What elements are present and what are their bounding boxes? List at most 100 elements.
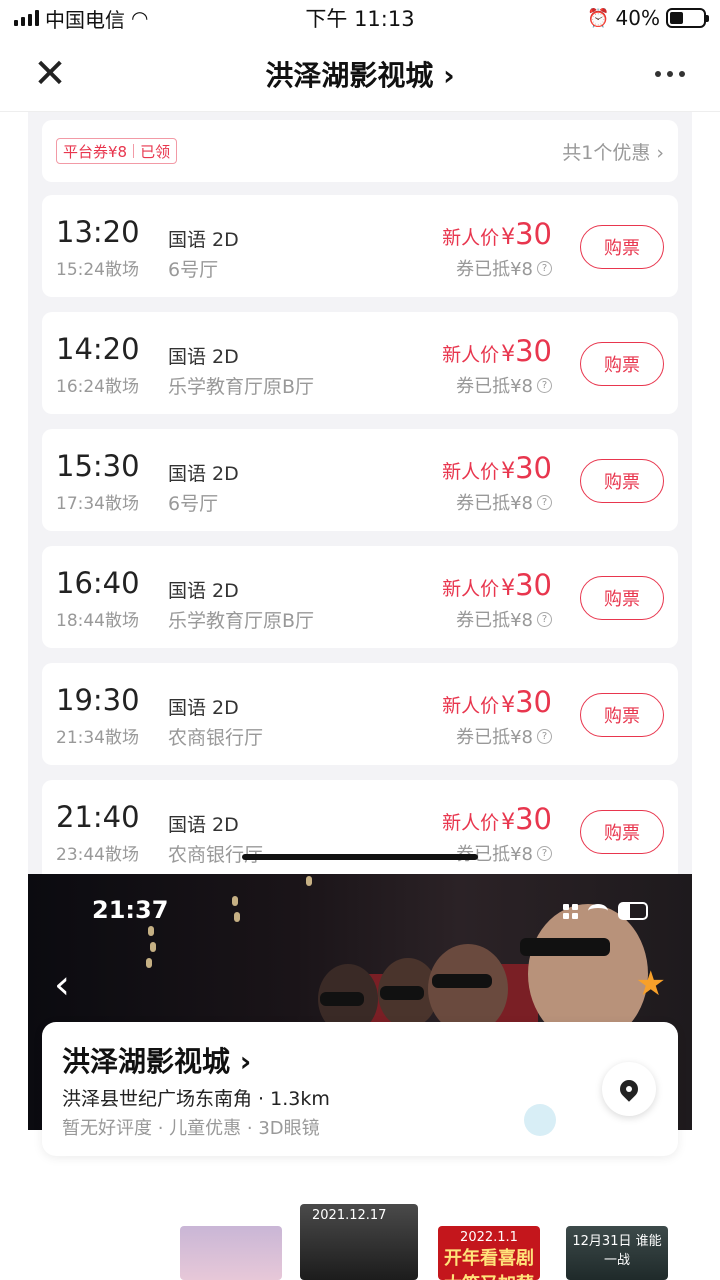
- session-price: 新人价 ¥30: [442, 217, 552, 251]
- discount-label: 券已抵¥8: [456, 259, 533, 280]
- alarm-icon: ⏰: [587, 7, 610, 29]
- help-icon[interactable]: ?: [537, 377, 552, 393]
- session-language: 国语 2D: [168, 346, 239, 368]
- buy-ticket-button[interactable]: 购票: [580, 225, 664, 269]
- help-icon[interactable]: ?: [537, 611, 552, 627]
- session-hall: 农商银行厅: [168, 727, 264, 749]
- price-label: 新人价: [442, 227, 500, 249]
- help-icon[interactable]: ?: [537, 845, 552, 861]
- signal-icon: [563, 903, 578, 919]
- session-price: 新人价 ¥30: [442, 451, 552, 485]
- movie-poster[interactable]: [180, 1226, 282, 1280]
- wifi-icon: [588, 904, 608, 918]
- status-bar: 中国电信 ◠ 下午 11:13 ⏰ 40%: [0, 0, 720, 36]
- movie-poster-strip: 2021.12.17 2022.1.1 开年看喜剧 大笑又加薪 12月31日 谁…: [0, 1180, 720, 1280]
- map-bubble: [524, 1104, 556, 1136]
- session-price: 新人价 ¥30: [442, 802, 552, 836]
- session-discount: 券已抵¥8?: [456, 489, 552, 515]
- price-currency: ¥: [501, 459, 516, 484]
- session-end-time: 17:34散场: [56, 494, 139, 514]
- session-hall: 6号厅: [168, 259, 219, 281]
- price-currency: ¥: [501, 810, 516, 835]
- session-end-time: 18:44散场: [56, 611, 139, 631]
- session-end-time: 21:34散场: [56, 728, 139, 748]
- movie-poster[interactable]: 2022.1.1 开年看喜剧 大笑又加薪: [438, 1226, 540, 1280]
- close-icon[interactable]: ✕: [0, 36, 100, 112]
- session-price: 新人价 ¥30: [442, 685, 552, 719]
- movie-poster[interactable]: 2021.12.17: [300, 1204, 418, 1280]
- session-language: 国语 2D: [168, 580, 239, 602]
- session-row: 13:20 15:24散场 国语 2D 6号厅 新人价 ¥30 券已抵¥8? 购票: [42, 195, 678, 297]
- price-value: 30: [515, 217, 552, 251]
- session-hall: 6号厅: [168, 493, 219, 515]
- buy-ticket-button[interactable]: 购票: [580, 342, 664, 386]
- session-end-time: 16:24散场: [56, 377, 139, 397]
- session-start-time: 15:30: [56, 449, 140, 483]
- session-discount: 券已抵¥8?: [456, 255, 552, 281]
- coupon-label: 平台券¥8: [63, 142, 128, 161]
- price-currency: ¥: [501, 225, 516, 250]
- wifi-icon: ◠: [131, 6, 149, 30]
- session-language: 国语 2D: [168, 463, 239, 485]
- nav-bar: ✕ 洪泽湖影视城 ›: [0, 36, 720, 112]
- poster-date: 12月31日 谁能一战: [572, 1234, 662, 1268]
- cinema-tags: 暂无好评度 · 儿童优惠 · 3D眼镜: [62, 1118, 320, 1139]
- price-label: 新人价: [442, 461, 500, 483]
- session-discount: 券已抵¥8?: [456, 606, 552, 632]
- embedded-status-icons: [563, 902, 648, 920]
- discount-label: 券已抵¥8: [456, 610, 533, 631]
- discount-label: 券已抵¥8: [456, 844, 533, 865]
- session-start-time: 14:20: [56, 332, 140, 366]
- session-discount: 券已抵¥8?: [456, 840, 552, 866]
- session-discount: 券已抵¥8?: [456, 723, 552, 749]
- buy-ticket-button[interactable]: 购票: [580, 576, 664, 620]
- battery-percent: 40%: [615, 6, 660, 30]
- session-list: 平台券¥8 已领 共1个优惠 › 13:20 15:24散场 国语 2D 6号厅…: [28, 112, 692, 874]
- location-pin-button[interactable]: [602, 1062, 656, 1116]
- back-icon[interactable]: ‹: [54, 962, 70, 1008]
- buy-ticket-button[interactable]: 购票: [580, 810, 664, 854]
- price-label: 新人价: [442, 578, 500, 600]
- session-language: 国语 2D: [168, 814, 239, 836]
- embedded-status-time: 21:37: [92, 896, 169, 924]
- battery-icon: [666, 8, 709, 28]
- session-language: 国语 2D: [168, 697, 239, 719]
- price-value: 30: [515, 802, 552, 836]
- discount-label: 券已抵¥8: [456, 727, 533, 748]
- session-end-time: 23:44散场: [56, 845, 139, 865]
- price-label: 新人价: [442, 344, 500, 366]
- discount-label: 券已抵¥8: [456, 376, 533, 397]
- help-icon[interactable]: ?: [537, 728, 552, 744]
- coupon-card[interactable]: 平台券¥8 已领 共1个优惠 ›: [42, 120, 678, 182]
- coupon-tag: 平台券¥8 已领: [56, 138, 178, 164]
- cinema-name[interactable]: 洪泽湖影视城 ›: [62, 1040, 251, 1080]
- status-time: 下午 11:13: [305, 7, 415, 31]
- session-row: 15:30 17:34散场 国语 2D 6号厅 新人价 ¥30 券已抵¥8? 购票: [42, 429, 678, 531]
- favorite-star-icon[interactable]: ★: [636, 964, 666, 1004]
- movie-poster[interactable]: 12月31日 谁能一战: [566, 1226, 668, 1280]
- carrier-label: 中国电信: [45, 7, 125, 32]
- price-currency: ¥: [501, 576, 516, 601]
- help-icon[interactable]: ?: [537, 494, 552, 510]
- buy-ticket-button[interactable]: 购票: [580, 693, 664, 737]
- cinema-address: 洪泽县世纪广场东南角 · 1.3km: [62, 1088, 330, 1110]
- session-discount: 券已抵¥8?: [456, 372, 552, 398]
- buy-ticket-button[interactable]: 购票: [580, 459, 664, 503]
- session-price: 新人价 ¥30: [442, 568, 552, 602]
- poster-title: 开年看喜剧 大笑又加薪: [444, 1248, 534, 1280]
- session-start-time: 16:40: [56, 566, 140, 600]
- location-pin-icon: [616, 1076, 642, 1102]
- coupon-more-link[interactable]: 共1个优惠 ›: [562, 138, 664, 165]
- session-hall: 乐学教育厅原B厅: [168, 376, 315, 398]
- page-title[interactable]: 洪泽湖影视城 ›: [100, 54, 620, 94]
- home-indicator: [242, 854, 478, 860]
- session-end-time: 15:24散场: [56, 260, 139, 280]
- help-icon[interactable]: ?: [537, 260, 552, 276]
- more-icon[interactable]: [620, 36, 720, 112]
- session-row: 16:40 18:44散场 国语 2D 乐学教育厅原B厅 新人价 ¥30 券已抵¥…: [42, 546, 678, 648]
- price-value: 30: [515, 685, 552, 719]
- price-currency: ¥: [501, 693, 516, 718]
- coupon-state: 已领: [140, 142, 171, 161]
- session-start-time: 13:20: [56, 215, 140, 249]
- discount-label: 券已抵¥8: [456, 493, 533, 514]
